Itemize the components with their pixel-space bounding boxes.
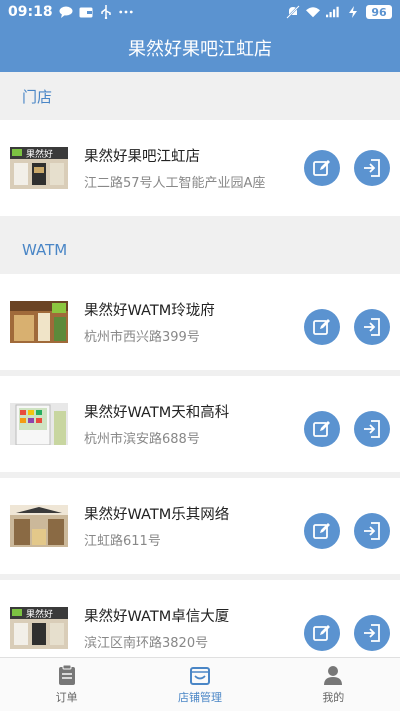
store-name: 果然好果吧江虹店 — [84, 149, 200, 165]
login-icon — [364, 522, 380, 540]
store-address: 杭州市西兴路399号 — [84, 330, 200, 345]
login-icon — [364, 624, 380, 642]
store-list[interactable]: 门店 果然好 果然好果吧江虹店 江二路57号人工智能产业园A座 WATM 果然好… — [0, 72, 400, 657]
person-icon — [324, 666, 343, 685]
list-item[interactable]: 果然好WATM天和高科 杭州市滨安路688号 — [0, 376, 400, 472]
svg-text:果然好: 果然好 — [26, 608, 53, 620]
store-address: 江虹路611号 — [84, 534, 161, 549]
divider — [0, 216, 400, 226]
login-icon — [364, 420, 380, 438]
list-item[interactable]: 果然好WATM乐其网络 江虹路611号 — [0, 478, 400, 574]
edit-icon — [313, 160, 330, 176]
edit-button[interactable] — [304, 150, 340, 186]
list-item[interactable]: 果然好 果然好果吧江虹店 江二路57号人工智能产业园A座 — [0, 120, 400, 216]
edit-icon — [313, 523, 330, 539]
list-item[interactable]: 果然好WATM玲珑府 杭州市西兴路399号 — [0, 274, 400, 370]
store-thumbnail: 果然好 — [10, 599, 68, 657]
battery-level: 96 — [366, 5, 392, 19]
page-title: 果然好果吧江虹店 — [128, 39, 272, 60]
edit-icon — [313, 421, 330, 437]
shop-icon — [189, 667, 210, 685]
store-name: 果然好WATM天和高科 — [84, 405, 230, 421]
store-address: 杭州市滨安路688号 — [84, 432, 200, 447]
status-time: 09:18 — [8, 4, 53, 20]
edit-button[interactable] — [304, 615, 340, 651]
store-name: 果然好WATM玲珑府 — [84, 303, 215, 319]
svg-text:果然好: 果然好 — [26, 148, 53, 160]
section-header-store: 门店 — [0, 72, 400, 120]
usb-icon — [99, 5, 113, 19]
more-icon — [118, 6, 133, 18]
tab-shop-management[interactable]: 店铺管理 — [133, 658, 266, 711]
wallet-icon — [79, 6, 93, 18]
edit-button[interactable] — [304, 309, 340, 345]
enter-button[interactable] — [354, 513, 390, 549]
tab-label: 订单 — [55, 691, 78, 704]
title-bar: 果然好果吧江虹店 — [0, 24, 400, 72]
tab-label: 我的 — [322, 691, 345, 704]
enter-button[interactable] — [354, 411, 390, 447]
tab-label: 店铺管理 — [177, 691, 222, 704]
login-icon — [364, 318, 380, 336]
enter-button[interactable] — [354, 309, 390, 345]
store-thumbnail — [10, 293, 68, 351]
store-address: 江二路57号人工智能产业园A座 — [84, 176, 266, 191]
store-thumbnail: 果然好 — [10, 139, 68, 197]
edit-button[interactable] — [304, 411, 340, 447]
bottom-tab-bar: 订单 店铺管理 我的 — [0, 657, 400, 711]
edit-button[interactable] — [304, 513, 340, 549]
wifi-icon — [306, 6, 320, 18]
charging-icon — [346, 6, 360, 18]
section-label-watm: WATM — [22, 241, 68, 259]
login-icon — [364, 159, 380, 177]
status-bar: 09:18 96 — [0, 0, 400, 24]
clipboard-icon — [58, 664, 75, 685]
store-name: 果然好WATM卓信大厦 — [84, 609, 230, 625]
mute-icon — [286, 5, 300, 19]
edit-icon — [313, 625, 330, 641]
signal-icon — [326, 6, 340, 18]
section-header-watm: WATM — [0, 226, 400, 274]
tab-orders[interactable]: 订单 — [0, 658, 133, 711]
store-thumbnail — [10, 497, 68, 555]
enter-button[interactable] — [354, 150, 390, 186]
section-label-store: 门店 — [22, 87, 53, 106]
tab-profile[interactable]: 我的 — [267, 658, 400, 711]
enter-button[interactable] — [354, 615, 390, 651]
store-name: 果然好WATM乐其网络 — [84, 507, 230, 523]
message-icon — [59, 6, 73, 18]
list-item[interactable]: 果然好 果然好WATM卓信大厦 滨江区南环路3820号 — [0, 580, 400, 657]
store-address: 滨江区南环路3820号 — [84, 636, 209, 651]
edit-icon — [313, 319, 330, 335]
store-thumbnail — [10, 395, 68, 453]
